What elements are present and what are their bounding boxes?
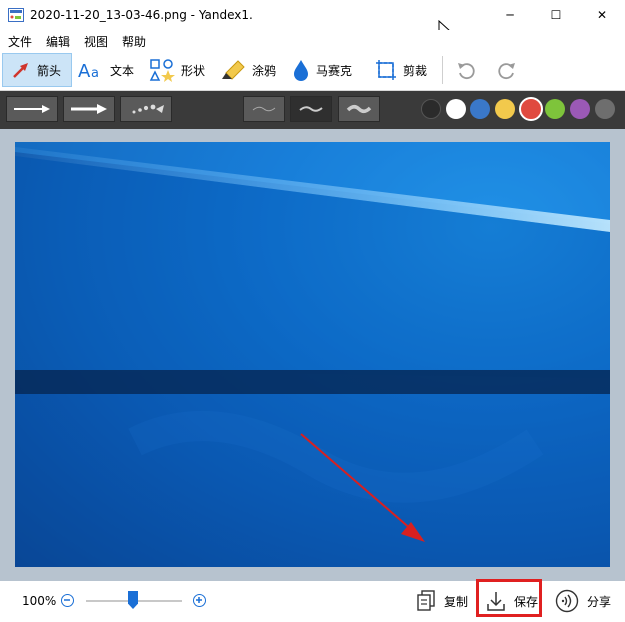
menu-help[interactable]: 帮助 <box>122 33 146 50</box>
redo-icon <box>498 63 515 80</box>
thick-wave-icon <box>346 105 372 113</box>
redo-button[interactable] <box>497 53 517 87</box>
menu-view[interactable]: 视图 <box>84 33 108 50</box>
text-tool-icon: A a <box>78 61 99 80</box>
edited-image[interactable] <box>15 142 610 567</box>
marker-tool-icon <box>222 60 245 80</box>
arrow-style-thin[interactable] <box>6 96 58 122</box>
window-title: 2020-11-20_13-03-46.png - Yandex1. <box>30 8 253 22</box>
toolbar-divider <box>442 56 443 84</box>
undo-button[interactable] <box>456 53 476 87</box>
color-white[interactable] <box>446 99 466 119</box>
undo-icon <box>458 63 475 80</box>
thin-wave-icon <box>252 106 276 112</box>
tool-mosaic[interactable]: 马赛克 <box>292 53 352 87</box>
save-highlight-box <box>476 579 542 617</box>
line-width-thick[interactable] <box>338 96 380 122</box>
color-red-selected[interactable] <box>519 97 543 121</box>
share-button[interactable]: 分享 <box>555 586 611 616</box>
zoom-level: 100% <box>22 594 57 608</box>
share-icon <box>555 589 579 613</box>
options-bar <box>0 91 625 129</box>
plus-icon <box>196 597 202 603</box>
thin-arrow-icon <box>14 105 50 113</box>
close-button[interactable]: ✕ <box>579 0 625 30</box>
menu-bar: 文件 编辑 视图 帮助 <box>0 30 625 50</box>
toolbar: 箭头 A a 文本 形状 涂鸦 马赛克 剪裁 <box>0 50 625 91</box>
zoom-out-button[interactable] <box>61 594 74 607</box>
color-green[interactable] <box>545 99 565 119</box>
color-purple[interactable] <box>570 99 590 119</box>
shape-tool-icon <box>149 59 175 82</box>
minus-icon <box>64 599 70 601</box>
menu-file[interactable]: 文件 <box>8 33 32 50</box>
tool-arrow[interactable]: 箭头 <box>2 53 72 87</box>
tool-crop[interactable]: 剪裁 <box>375 53 427 87</box>
dotted-arrow-icon <box>132 104 164 114</box>
crop-tool-icon <box>376 60 396 80</box>
mosaic-tool-icon <box>294 60 308 81</box>
arrow-style-dotted[interactable] <box>120 96 172 122</box>
color-black[interactable] <box>421 99 441 119</box>
maximize-button[interactable]: ☐ <box>533 0 579 30</box>
windows-wallpaper-image <box>15 142 610 567</box>
arrow-style-thick[interactable] <box>63 96 115 122</box>
medium-wave-icon <box>299 106 323 112</box>
title-bar: 2020-11-20_13-03-46.png - Yandex1. ─ ☐ ✕ <box>0 0 625 40</box>
copy-button[interactable]: 复制 <box>416 586 468 616</box>
tool-text[interactable]: A a 文本 <box>78 53 134 87</box>
arrow-tool-icon <box>13 63 28 78</box>
zoom-in-button[interactable] <box>193 594 206 607</box>
svg-text:A: A <box>78 61 91 80</box>
thick-arrow-icon <box>71 104 107 114</box>
line-width-medium[interactable] <box>290 96 332 122</box>
canvas-area <box>0 129 625 581</box>
tool-marker[interactable]: 涂鸦 <box>220 53 276 87</box>
copy-icon <box>417 590 435 611</box>
tool-shape[interactable]: 形状 <box>149 53 205 87</box>
color-yellow[interactable] <box>495 99 515 119</box>
color-blue[interactable] <box>470 99 490 119</box>
svg-text:a: a <box>91 66 99 80</box>
line-width-thin[interactable] <box>243 96 285 122</box>
minimize-button[interactable]: ─ <box>487 0 533 30</box>
color-gray[interactable] <box>595 99 615 119</box>
zoom-slider-thumb[interactable] <box>128 591 138 609</box>
app-icon <box>8 8 24 22</box>
menu-edit[interactable]: 编辑 <box>46 33 70 50</box>
